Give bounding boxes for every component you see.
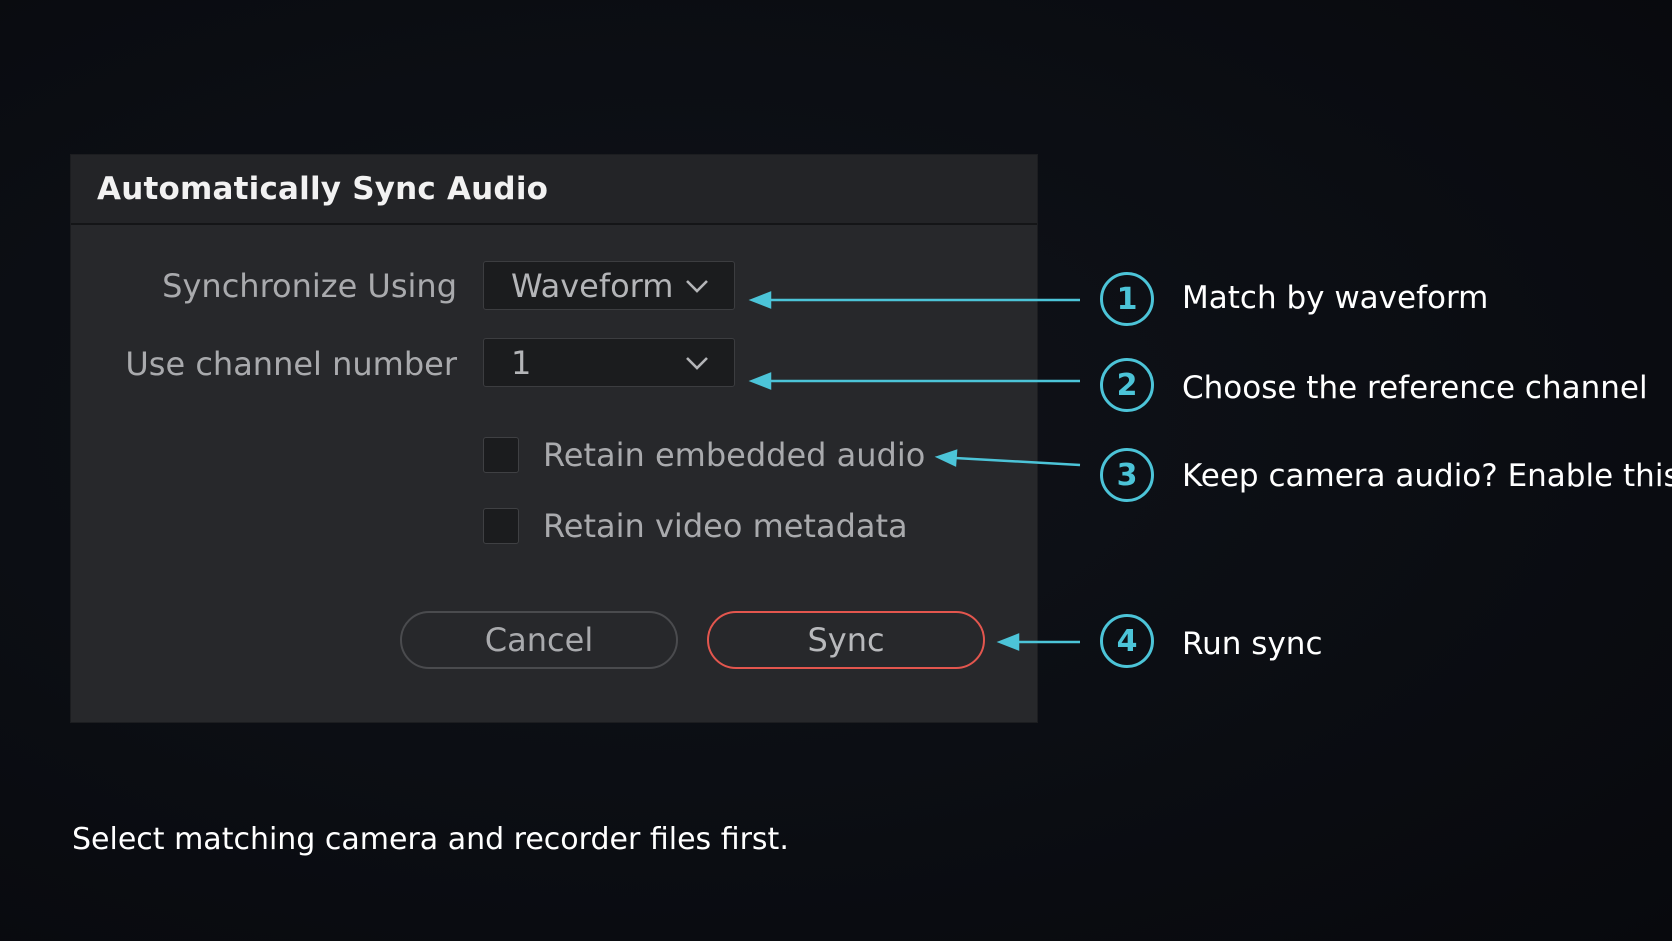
channel-number-dropdown[interactable]: 1	[483, 338, 735, 387]
callout-text-2: Choose the reference channel	[1182, 370, 1648, 406]
dialog-title: Automatically Sync Audio	[97, 171, 549, 207]
channel-number-value: 1	[511, 343, 532, 382]
retain-video-metadata-option[interactable]: Retain video metadata	[483, 507, 908, 545]
sync-button[interactable]: Sync	[707, 611, 985, 669]
tutorial-stage: Automatically Sync Audio Synchronize Usi…	[0, 0, 1672, 941]
synchronize-using-label: Synchronize Using	[162, 267, 457, 305]
retain-video-metadata-checkbox[interactable]	[483, 508, 519, 544]
cancel-button[interactable]: Cancel	[400, 611, 678, 669]
synchronize-using-dropdown[interactable]: Waveform	[483, 261, 735, 310]
retain-embedded-audio-label: Retain embedded audio	[543, 436, 926, 474]
callout-number-3: 3	[1100, 448, 1154, 502]
chevron-down-icon	[682, 276, 712, 296]
callout-text-4: Run sync	[1182, 626, 1323, 662]
dialog-header: Automatically Sync Audio	[71, 155, 1037, 225]
synchronize-using-value: Waveform	[511, 266, 674, 305]
callout-text-1: Match by waveform	[1182, 280, 1489, 316]
sync-audio-dialog: Automatically Sync Audio Synchronize Usi…	[71, 155, 1037, 722]
retain-video-metadata-label: Retain video metadata	[543, 507, 908, 545]
callout-number-1: 1	[1100, 272, 1154, 326]
retain-embedded-audio-option[interactable]: Retain embedded audio	[483, 436, 925, 474]
callout-text-3: Keep camera audio? Enable this	[1182, 458, 1672, 494]
channel-number-label: Use channel number	[125, 345, 457, 383]
chevron-down-icon	[682, 353, 712, 373]
footer-instruction: Select matching camera and recorder file…	[72, 822, 789, 857]
callout-number-2: 2	[1100, 358, 1154, 412]
retain-embedded-audio-checkbox[interactable]	[483, 437, 519, 473]
callout-number-4: 4	[1100, 614, 1154, 668]
